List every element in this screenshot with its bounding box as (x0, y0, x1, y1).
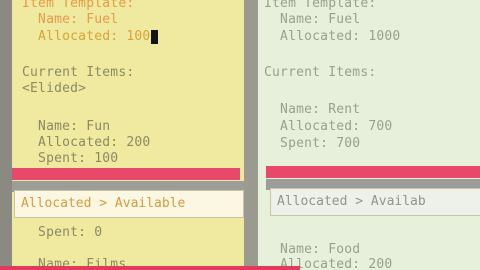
left-template-allocated-value: Allocated: 100 (22, 29, 151, 44)
right-error-bar (266, 166, 480, 178)
bottom-status-bar (0, 266, 300, 270)
left-error-popup[interactable]: Allocated > Available (14, 190, 244, 218)
right-item-template-heading: Item Template: (264, 0, 377, 11)
left-editor-pane[interactable]: Item Template: Name: Fuel Allocated: 100… (12, 0, 244, 270)
right-template-allocated: Allocated: 1000 (264, 29, 401, 44)
left-item-allocated: Allocated: 200 (22, 135, 151, 150)
right-item-name: Name: Rent (264, 102, 361, 117)
right-item-name-2: Name: Food (264, 242, 361, 257)
left-item-template-heading: Item Template: (22, 0, 135, 11)
left-template-allocated-field[interactable]: Allocated: 100 (22, 29, 159, 44)
pane-divider[interactable] (244, 0, 258, 270)
left-error-bar (12, 168, 240, 180)
right-current-items-heading: Current Items: (264, 65, 377, 80)
left-item-spent-2: Spent: 0 (22, 225, 103, 240)
right-editor-pane[interactable]: Item Template: Name: Fuel Allocated: 100… (258, 0, 480, 270)
right-item-spent: Spent: 700 (264, 136, 361, 151)
right-error-popup[interactable]: Allocated > Availab (270, 188, 480, 216)
left-item-name: Name: Fun (22, 119, 111, 134)
text-cursor (151, 30, 159, 44)
left-template-name: Name: Fuel (22, 12, 119, 27)
left-item-spent: Spent: 100 (22, 151, 119, 166)
left-current-items-heading: Current Items: (22, 65, 135, 80)
left-elided-marker: <Elided> (22, 81, 87, 96)
right-item-allocated: Allocated: 700 (264, 119, 393, 134)
right-template-name: Name: Fuel (264, 12, 361, 27)
